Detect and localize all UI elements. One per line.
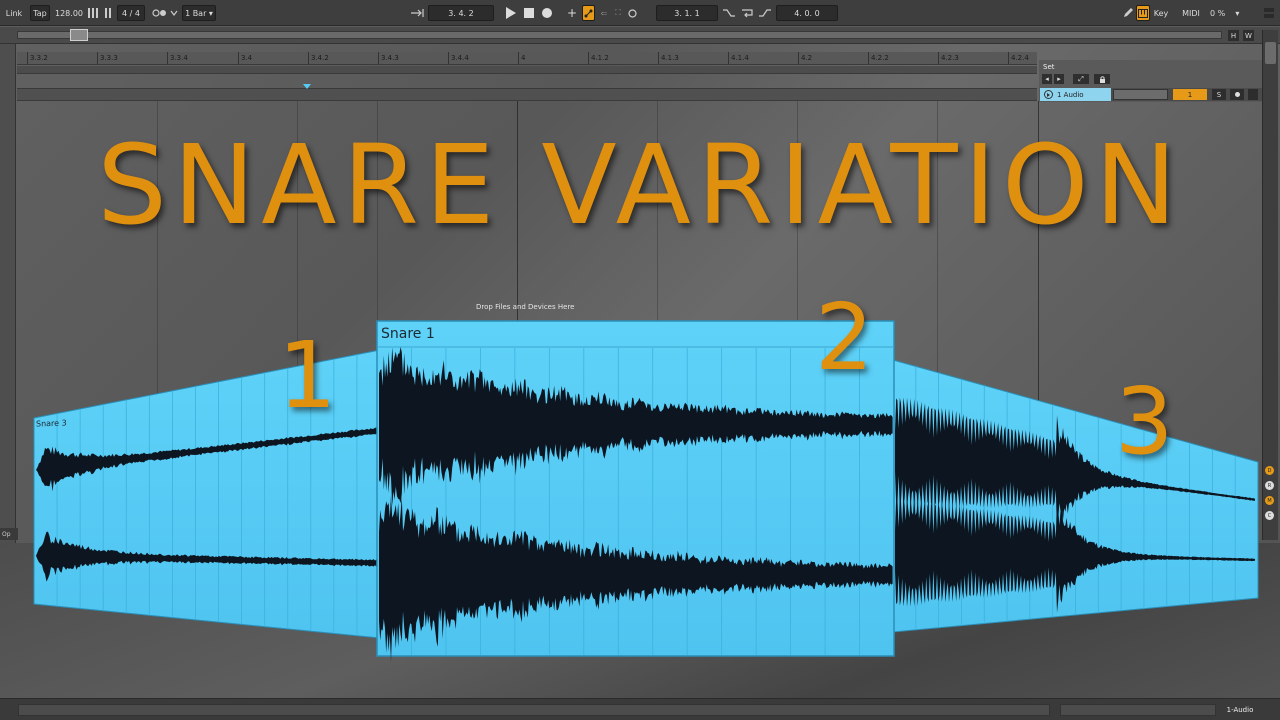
snare-1-clip-title: Snare 1 (381, 326, 435, 342)
variation-number-3: 3 (1115, 368, 1174, 475)
snare-3-clip-title: Snare 3 (36, 418, 67, 429)
video-headline: SNARE VARIATION (97, 121, 1183, 249)
snare-variation-panels (33, 320, 1259, 662)
variation-number-1: 1 (278, 322, 337, 429)
variation-number-2: 2 (815, 284, 874, 391)
snare-3-right-clip[interactable] (892, 359, 1259, 633)
